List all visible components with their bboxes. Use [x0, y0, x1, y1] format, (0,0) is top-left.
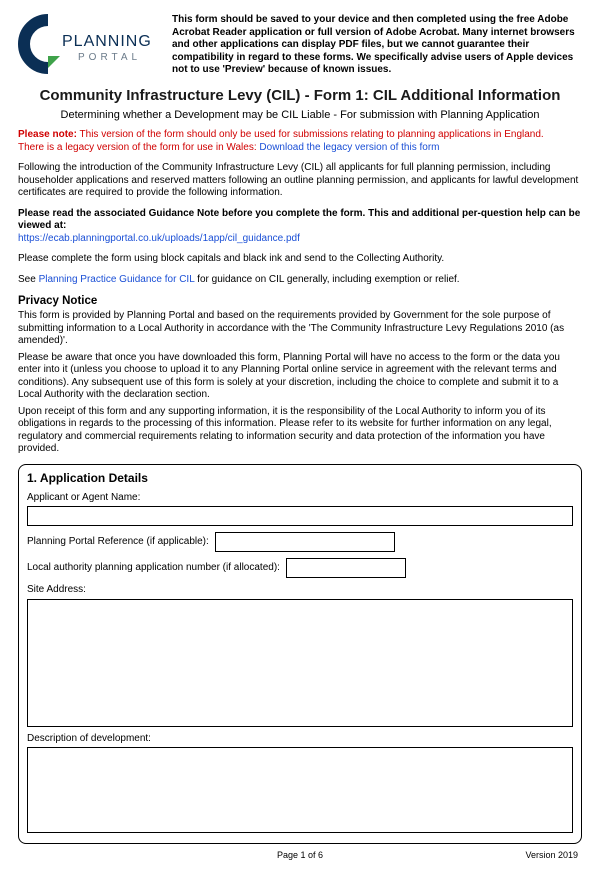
guidance-block: Please read the associated Guidance Note…	[18, 208, 582, 246]
planning-practice-guidance-link[interactable]: Planning Practice Guidance for CIL	[39, 274, 195, 285]
pp-ref-row: Planning Portal Reference (if applicable…	[27, 532, 573, 552]
pp-ref-label: Planning Portal Reference (if applicable…	[27, 536, 209, 549]
privacy-p2: Please be aware that once you have downl…	[18, 352, 582, 402]
page-number: Page 1 of 6	[277, 850, 323, 861]
svg-text:PLANNING: PLANNING	[62, 33, 152, 50]
please-note-label: Please note:	[18, 129, 77, 140]
la-num-input[interactable]	[286, 558, 406, 578]
see-suffix: for guidance on CIL generally, including…	[194, 274, 459, 285]
version-label: Version 2019	[525, 850, 578, 861]
guidance-line: Please read the associated Guidance Note…	[18, 208, 580, 232]
page-subtitle: Determining whether a Development may be…	[18, 109, 582, 123]
site-address-input[interactable]	[27, 599, 573, 727]
logo-wrap: PLANNING PORTAL	[18, 14, 158, 77]
intro-paragraph: Following the introduction of the Commun…	[18, 162, 582, 200]
please-note-line2-prefix: There is a legacy version of the form fo…	[18, 142, 259, 153]
section-application-details: 1. Application Details Applicant or Agen…	[18, 464, 582, 845]
privacy-heading: Privacy Notice	[18, 294, 582, 308]
la-num-label: Local authority planning application num…	[27, 562, 280, 575]
page-title: Community Infrastructure Levy (CIL) - Fo…	[18, 87, 582, 106]
header-notice: This form should be saved to your device…	[172, 14, 582, 77]
description-input[interactable]	[27, 747, 573, 833]
see-guidance-line: See Planning Practice Guidance for CIL f…	[18, 274, 582, 287]
la-num-row: Local authority planning application num…	[27, 558, 573, 578]
site-address-label: Site Address:	[27, 584, 573, 597]
block-caps-instruction: Please complete the form using block cap…	[18, 253, 582, 266]
please-note-block: Please note: This version of the form sh…	[18, 129, 582, 154]
please-note-line1: This version of the form should only be …	[80, 129, 544, 140]
privacy-p3: Upon receipt of this form and any suppor…	[18, 406, 582, 456]
planning-portal-logo-icon: PLANNING PORTAL	[18, 14, 158, 76]
privacy-p1: This form is provided by Planning Portal…	[18, 310, 582, 348]
applicant-name-input[interactable]	[27, 506, 573, 526]
applicant-name-label: Applicant or Agent Name:	[27, 492, 573, 505]
footer: Page 1 of 6 Version 2019	[18, 850, 582, 862]
header: PLANNING PORTAL This form should be save…	[18, 14, 582, 77]
see-prefix: See	[18, 274, 39, 285]
section-1-title: 1. Application Details	[27, 471, 573, 486]
legacy-form-link[interactable]: Download the legacy version of this form	[259, 142, 439, 153]
description-label: Description of development:	[27, 733, 573, 746]
svg-text:PORTAL: PORTAL	[78, 52, 141, 63]
guidance-link[interactable]: https://ecab.planningportal.co.uk/upload…	[18, 233, 300, 244]
pp-ref-input[interactable]	[215, 532, 395, 552]
